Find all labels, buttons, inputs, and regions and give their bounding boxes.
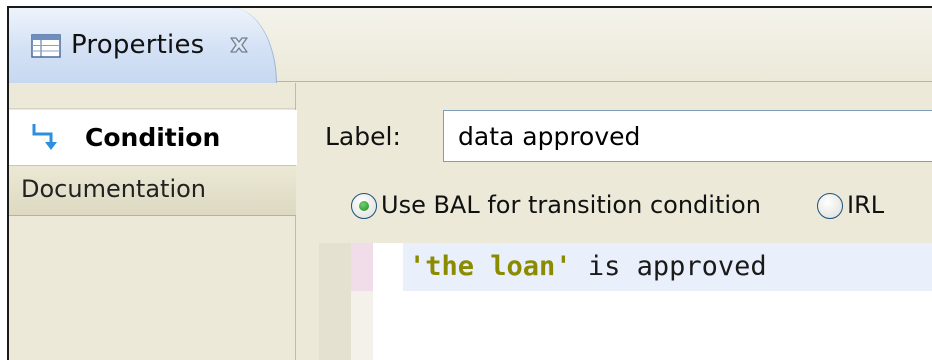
properties-sidenav: Condition Documentation — [9, 83, 297, 360]
irl-radio[interactable] — [817, 193, 843, 219]
sidebar-item-label: Documentation — [21, 175, 207, 203]
radio-selected-dot — [359, 201, 369, 211]
properties-table-icon — [31, 34, 61, 58]
tab-properties-label: Properties — [71, 30, 205, 60]
sidenav-header-strip — [9, 83, 295, 109]
bal-radio[interactable] — [351, 193, 377, 219]
sidebar-item-condition[interactable]: Condition — [9, 110, 297, 165]
close-x-icon[interactable] — [228, 34, 250, 56]
transition-arrow-icon — [32, 124, 57, 150]
irl-radio-label[interactable]: IRL — [847, 191, 884, 219]
editor-vertical-ruler — [319, 243, 351, 360]
properties-view: Properties Condition Documentation Label… — [7, 6, 932, 360]
editor-text-area[interactable]: 'the loan' is approved — [373, 243, 932, 360]
tab-properties[interactable]: Properties — [9, 8, 277, 84]
editor-marker-highlight — [351, 243, 373, 291]
sidebar-item-documentation[interactable]: Documentation — [9, 165, 296, 216]
tab-strip: Properties — [9, 8, 932, 84]
bal-radio-label[interactable]: Use BAL for transition condition — [381, 191, 761, 219]
sidebar-item-label: Condition — [85, 123, 221, 152]
label-caption: Label: — [325, 122, 401, 151]
condition-panel: Label: Use BAL for transition condition … — [297, 83, 932, 360]
condition-editor[interactable]: 'the loan' is approved — [319, 243, 932, 360]
code-text: is approved — [571, 251, 767, 282]
label-field[interactable] — [443, 110, 932, 162]
code-line: 'the loan' is approved — [409, 251, 767, 282]
code-string-token: 'the loan' — [409, 251, 572, 282]
